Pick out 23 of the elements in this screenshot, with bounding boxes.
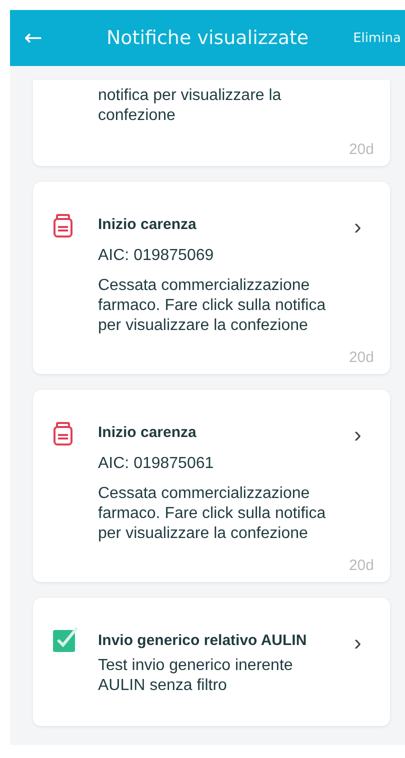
- notification-title: Invio generico relativo AULIN: [98, 631, 308, 651]
- notification-text: notifica per visualizzare la confezione: [98, 86, 282, 126]
- time-ago: 20d: [348, 141, 374, 158]
- notification-card[interactable]: notifica per visualizzare la confezione 20d: [33, 80, 390, 166]
- jar-icon: [53, 422, 73, 446]
- screen-title: Notifiche visualizzate: [105, 27, 310, 49]
- chevron-icon: ›: [354, 216, 374, 336]
- notification-text: Cessata commercializzazione farmaco. Fare click sulla notifica per visualizzare la confezione: [98, 276, 327, 336]
- product-code: AIC: 019875069: [98, 246, 215, 266]
- notification-title: Inizio carenza: [98, 215, 198, 235]
- notification-title: Inizio carenza: [98, 423, 198, 443]
- notification-card[interactable]: Inizio carenza AIC: 019875061 Cessata commercializzazione farmaco. Fare click sulla notifica per visualizzare la confezione › 20d: [33, 390, 390, 582]
- jar-icon: [53, 214, 73, 238]
- chevron-icon: ›: [354, 424, 374, 544]
- notification-card[interactable]: Inizio carenza AIC: 019875069 Cessata commercializzazione farmaco. Fare click sulla notifica per visualizzare la confezione › 20d: [33, 182, 390, 374]
- chevron-icon: ›: [354, 632, 374, 696]
- checkbox-icon: [53, 626, 79, 652]
- time-ago: 20d: [348, 557, 374, 574]
- time-ago: 20d: [348, 349, 374, 366]
- notification-text: Cessata commercializzazione farmaco. Fare click sulla notifica per visualizzare la confezione: [98, 484, 327, 544]
- notification-text: Test invio generico inerente AULIN senza filtro: [98, 656, 294, 696]
- notification-card[interactable]: Invio generico relativo AULIN Test invio generico inerente AULIN senza filtro ›: [33, 598, 390, 726]
- product-code: AIC: 019875061: [98, 454, 215, 474]
